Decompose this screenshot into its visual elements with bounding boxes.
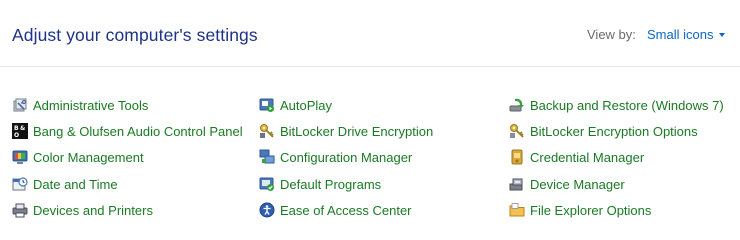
item-backup-restore[interactable]: Backup and Restore (Windows 7) — [509, 95, 724, 115]
item-label: BitLocker Encryption Options — [530, 123, 698, 139]
item-configuration-manager[interactable]: Configuration Manager — [259, 147, 412, 167]
item-bitlocker[interactable]: BitLocker Drive Encryption — [259, 121, 433, 141]
bitlocker-options-icon — [510, 124, 524, 138]
item-label: File Explorer Options — [530, 202, 652, 218]
item-label: Date and Time — [33, 176, 118, 192]
view-by-label: View by: — [587, 27, 636, 42]
backup-restore-icon — [509, 98, 524, 112]
header: Adjust your computer's settings View by:… — [0, 0, 740, 67]
item-label: Color Management — [33, 149, 144, 165]
item-label: Ease of Access Center — [280, 202, 412, 218]
item-date-time[interactable]: Date and Time — [12, 174, 118, 194]
item-color-management[interactable]: Color Management — [12, 147, 144, 167]
item-label: BitLocker Drive Encryption — [280, 123, 434, 139]
devices-printers-icon — [12, 203, 28, 218]
view-by-value: Small icons — [647, 27, 714, 42]
item-label: Bang & Olufsen Audio Control Panel — [33, 123, 243, 139]
item-devices-printers[interactable]: Devices and Printers — [12, 200, 153, 220]
item-credential-manager[interactable]: Credential Manager — [509, 147, 644, 167]
item-label: Device Manager — [530, 176, 625, 192]
item-label: AutoPlay — [280, 97, 333, 113]
ease-of-access-icon — [259, 202, 275, 218]
color-management-icon — [12, 150, 28, 164]
view-by-dropdown[interactable]: Small icons — [647, 27, 726, 42]
item-label: Configuration Manager — [280, 149, 413, 165]
dropdown-arrow-icon — [719, 32, 726, 37]
item-administrative-tools[interactable]: Administrative Tools — [12, 95, 148, 115]
device-manager-icon — [509, 178, 523, 191]
item-bitlocker-options[interactable]: BitLocker Encryption Options — [509, 121, 698, 141]
item-label: Backup and Restore (Windows 7) — [530, 97, 724, 113]
item-device-manager[interactable]: Device Manager — [509, 174, 625, 194]
bang-olufsen-icon: B & O — [12, 123, 28, 139]
date-time-icon — [12, 177, 28, 191]
bitlocker-icon — [260, 124, 274, 138]
configuration-manager-icon — [259, 149, 275, 164]
file-explorer-options-icon — [509, 203, 525, 217]
item-file-explorer-options[interactable]: File Explorer Options — [509, 200, 651, 220]
credential-manager-icon — [511, 149, 523, 165]
autoplay-icon — [259, 98, 274, 112]
administrative-tools-icon — [13, 98, 27, 112]
default-programs-icon — [259, 177, 274, 191]
item-autoplay[interactable]: AutoPlay — [259, 95, 332, 115]
item-ease-of-access[interactable]: Ease of Access Center — [259, 200, 412, 220]
item-default-programs[interactable]: Default Programs — [259, 174, 381, 194]
item-label: Credential Manager — [530, 149, 645, 165]
item-label: Devices and Printers — [33, 202, 153, 218]
svg-text:O: O — [14, 132, 19, 139]
svg-text:B: B — [14, 125, 19, 132]
item-bang-olufsen[interactable]: B & O Bang & Olufsen Audio Control Panel — [12, 121, 243, 141]
item-label: Default Programs — [280, 176, 382, 192]
page-title: Adjust your computer's settings — [12, 25, 258, 45]
item-label: Administrative Tools — [33, 97, 149, 113]
svg-text:&: & — [20, 125, 25, 132]
